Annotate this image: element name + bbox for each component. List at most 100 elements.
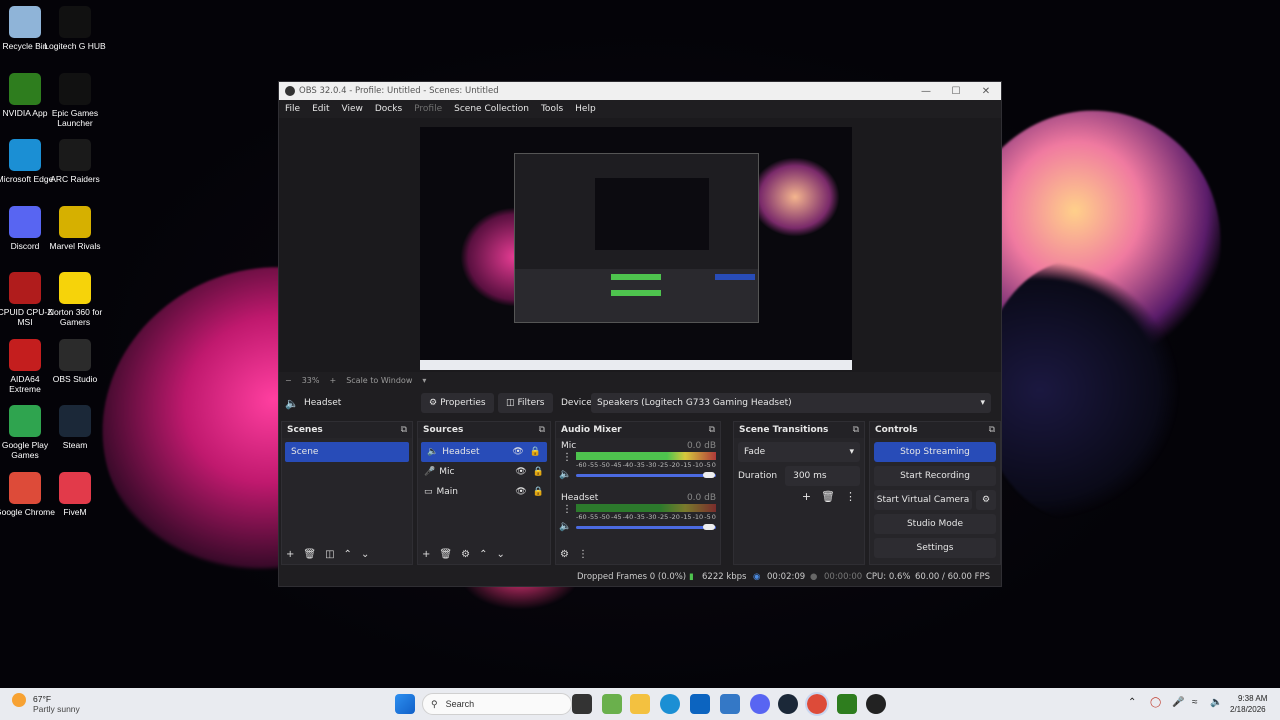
store-icon[interactable]	[690, 694, 710, 714]
desktop-icon[interactable]: Steam	[44, 405, 106, 450]
device-value: Speakers (Logitech G733 Gaming Headset)	[597, 398, 792, 408]
arrow-down-icon[interactable]: ⌄	[361, 549, 369, 560]
float-dock-icon[interactable]: ⧉	[401, 425, 407, 435]
norton-tray-icon[interactable]: ◯	[1150, 697, 1161, 708]
menu-help[interactable]: Help	[569, 104, 602, 114]
volume-handle[interactable]	[703, 524, 715, 530]
filters-button[interactable]: ◫ Filters	[498, 393, 553, 413]
add-icon[interactable]: +	[802, 490, 811, 503]
volume-slider[interactable]	[576, 526, 716, 529]
nvidia-icon[interactable]	[837, 694, 857, 714]
arrow-up-icon[interactable]: ⌃	[479, 549, 487, 560]
filters-icon[interactable]: ◫	[325, 549, 334, 560]
menu-edit[interactable]: Edit	[306, 104, 335, 114]
discord-icon[interactable]	[750, 694, 770, 714]
float-dock-icon[interactable]: ⧉	[989, 425, 995, 435]
menu-view[interactable]: View	[336, 104, 369, 114]
float-dock-icon[interactable]: ⧉	[539, 425, 545, 435]
volume-slider[interactable]	[576, 474, 716, 477]
obs-icon[interactable]	[866, 694, 886, 714]
clock-time[interactable]: 9:38 AM	[1238, 694, 1267, 703]
volume-handle[interactable]	[703, 472, 715, 478]
source-item-main[interactable]: ▭ Main 👁 🔒	[418, 482, 550, 502]
eye-icon[interactable]: 👁	[515, 467, 526, 477]
zoom-in-button[interactable]: +	[329, 376, 336, 385]
chrome-icon[interactable]	[805, 692, 829, 716]
clock-date[interactable]: 2/18/2026	[1230, 705, 1266, 714]
wallpaper-petal	[980, 260, 1180, 520]
trash-icon[interactable]: 🗑	[303, 549, 316, 560]
kebab-menu-icon[interactable]: ⋮	[845, 490, 856, 503]
menu-docks[interactable]: Docks	[369, 104, 408, 114]
desktop-icon[interactable]: Norton 360 for Gamers	[44, 272, 106, 327]
desktop-icon[interactable]: FiveM	[44, 471, 106, 517]
add-icon[interactable]: +	[422, 549, 430, 560]
eye-icon[interactable]: 👁	[512, 447, 523, 457]
desktop-icon[interactable]: OBS Studio	[44, 338, 106, 384]
maximize-button[interactable]: ☐	[941, 82, 971, 100]
lock-icon[interactable]: 🔒	[533, 487, 544, 497]
wifi-icon[interactable]: ≈	[1192, 697, 1198, 708]
taskbar-search[interactable]: ⚲ Search	[422, 693, 572, 715]
scale-dropdown-icon[interactable]: ▾	[422, 376, 426, 385]
speaker-icon[interactable]: 🔈	[559, 469, 571, 480]
start-button[interactable]	[395, 694, 415, 714]
arrow-down-icon[interactable]: ⌄	[496, 549, 504, 560]
transition-select[interactable]: Fade ▾	[738, 442, 860, 462]
desktop-icon[interactable]: Epic Games Launcher	[44, 72, 106, 128]
trash-icon[interactable]: 🗑	[439, 549, 452, 560]
file-explorer-icon[interactable]	[630, 694, 650, 714]
desktop-icon[interactable]: ARC Raiders	[44, 139, 106, 184]
advanced-audio-icon[interactable]: ⚙	[560, 549, 569, 560]
steam-icon[interactable]	[778, 694, 798, 714]
source-item-mic[interactable]: 🎤 Mic 👁 🔒	[418, 462, 550, 482]
volume-icon[interactable]: 🔈	[1210, 697, 1222, 708]
gear-icon[interactable]: ⚙	[976, 490, 996, 510]
menu-scene-collection[interactable]: Scene Collection	[448, 104, 535, 114]
lock-icon[interactable]: 🔒	[530, 447, 541, 457]
sources-dock: Sources ⧉ 🔈 Headset 👁 🔒 🎤 Mic 👁 🔒 ▭ Main 👁 🔒 + 🗑 ⚙ ⌃ ⌄	[417, 421, 551, 565]
eye-icon[interactable]: 👁	[515, 487, 526, 497]
lock-icon[interactable]: 🔒	[533, 467, 544, 477]
stop-streaming-button[interactable]: Stop Streaming	[874, 442, 996, 462]
db-tick: 0	[711, 461, 716, 469]
program-preview[interactable]	[279, 118, 1001, 372]
zoom-out-button[interactable]: −	[285, 376, 292, 385]
kebab-menu-icon[interactable]: ⋮	[562, 504, 572, 515]
task-view-icon[interactable]	[572, 694, 592, 714]
signal-icon: ▮	[689, 572, 694, 582]
trash-icon[interactable]: 🗑	[821, 490, 835, 503]
menu-file[interactable]: File	[279, 104, 306, 114]
add-icon[interactable]: +	[286, 549, 294, 560]
scene-item[interactable]: Scene	[285, 442, 409, 462]
chevron-up-icon[interactable]: ⌃	[1128, 697, 1136, 708]
desktop-icon[interactable]: Marvel Rivals	[44, 205, 106, 251]
mixer-channel-headset: Headset 0.0 dB ⋮ -60 -55 -50 -45 -40 -35 -30 -2…	[556, 490, 720, 542]
start-virtual-camera-button[interactable]: Start Virtual Camera	[874, 490, 972, 510]
duration-input[interactable]: 300 ms	[785, 466, 860, 486]
settings-button[interactable]: Settings	[874, 538, 996, 558]
widgets-icon[interactable]	[602, 694, 622, 714]
gear-icon[interactable]: ⚙	[461, 549, 470, 560]
close-button[interactable]: ✕	[971, 82, 1001, 100]
mic-icon[interactable]: 🎤	[1172, 697, 1184, 708]
device-select[interactable]: Speakers (Logitech G733 Gaming Headset) ▾	[591, 393, 991, 413]
scale-mode-select[interactable]: Scale to Window	[346, 376, 412, 385]
studio-mode-button[interactable]: Studio Mode	[874, 514, 996, 534]
float-dock-icon[interactable]: ⧉	[709, 425, 715, 435]
source-item-headset[interactable]: 🔈 Headset 👁 🔒	[421, 442, 547, 462]
menu-profile[interactable]: Profile	[408, 104, 448, 114]
outlook-icon[interactable]	[720, 694, 740, 714]
menu-tools[interactable]: Tools	[535, 104, 569, 114]
float-dock-icon[interactable]: ⧉	[853, 425, 859, 435]
minimize-button[interactable]: —	[911, 82, 941, 100]
desktop-icon[interactable]: Logitech G HUB	[44, 6, 106, 51]
properties-button[interactable]: ⚙ Properties	[421, 393, 494, 413]
edge-icon[interactable]	[660, 694, 680, 714]
kebab-menu-icon[interactable]: ⋮	[562, 452, 572, 463]
start-recording-button[interactable]: Start Recording	[874, 466, 996, 486]
weather-icon[interactable]	[12, 693, 26, 707]
speaker-icon[interactable]: 🔈	[559, 521, 571, 532]
kebab-menu-icon[interactable]: ⋮	[578, 549, 588, 560]
arrow-up-icon[interactable]: ⌃	[344, 549, 352, 560]
